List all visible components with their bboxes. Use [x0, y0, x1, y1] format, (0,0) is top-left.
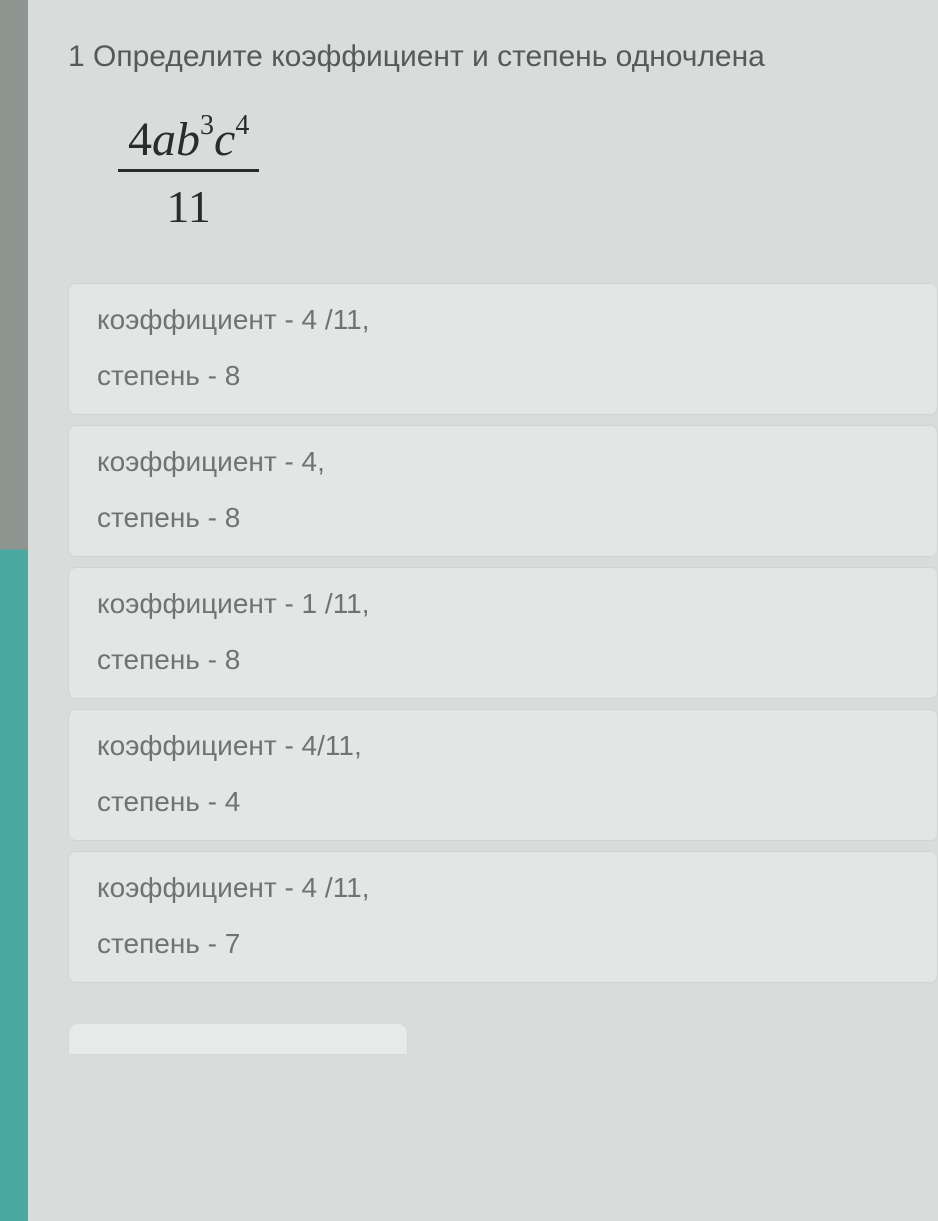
content-area: 1 Определите коэффициент и степень одноч…	[28, 0, 938, 1055]
num-var-b: b	[176, 113, 200, 166]
answer-option[interactable]: коэффициент - 4 /11, степень - 8	[68, 283, 938, 415]
answer-option[interactable]: коэффициент - 4 /11, степень - 7	[68, 851, 938, 983]
num-coef: 4	[128, 113, 152, 166]
option-line2: степень - 4	[97, 788, 909, 816]
answer-option[interactable]: коэффициент - 4, степень - 8	[68, 425, 938, 557]
fraction: 4ab3c4 11	[118, 112, 259, 233]
bottom-panel	[68, 1023, 408, 1055]
option-line2: степень - 8	[97, 646, 909, 674]
num-exp-c: 4	[235, 110, 249, 141]
answer-option[interactable]: коэффициент - 1 /11, степень - 8	[68, 567, 938, 699]
option-line1: коэффициент - 4,	[97, 448, 909, 476]
option-line1: коэффициент - 4 /11,	[97, 306, 909, 334]
num-var-c: c	[214, 113, 235, 166]
question-title: 1 Определите коэффициент и степень одноч…	[28, 40, 938, 74]
num-var-a: a	[152, 113, 176, 166]
question-formula: 4ab3c4 11	[28, 112, 938, 233]
option-line1: коэффициент - 4 /11,	[97, 874, 909, 902]
option-line2: степень - 8	[97, 504, 909, 532]
option-line1: коэффициент - 1 /11,	[97, 590, 909, 618]
answer-option[interactable]: коэффициент - 4/11, степень - 4	[68, 709, 938, 841]
option-line2: степень - 8	[97, 362, 909, 390]
option-line1: коэффициент - 4/11,	[97, 732, 909, 760]
numerator: 4ab3c4	[118, 112, 259, 169]
num-exp-b: 3	[200, 110, 214, 141]
side-strip	[0, 0, 28, 1221]
options-list: коэффициент - 4 /11, степень - 8 коэффиц…	[28, 283, 938, 983]
option-line2: степень - 7	[97, 930, 909, 958]
denominator: 11	[167, 172, 211, 233]
